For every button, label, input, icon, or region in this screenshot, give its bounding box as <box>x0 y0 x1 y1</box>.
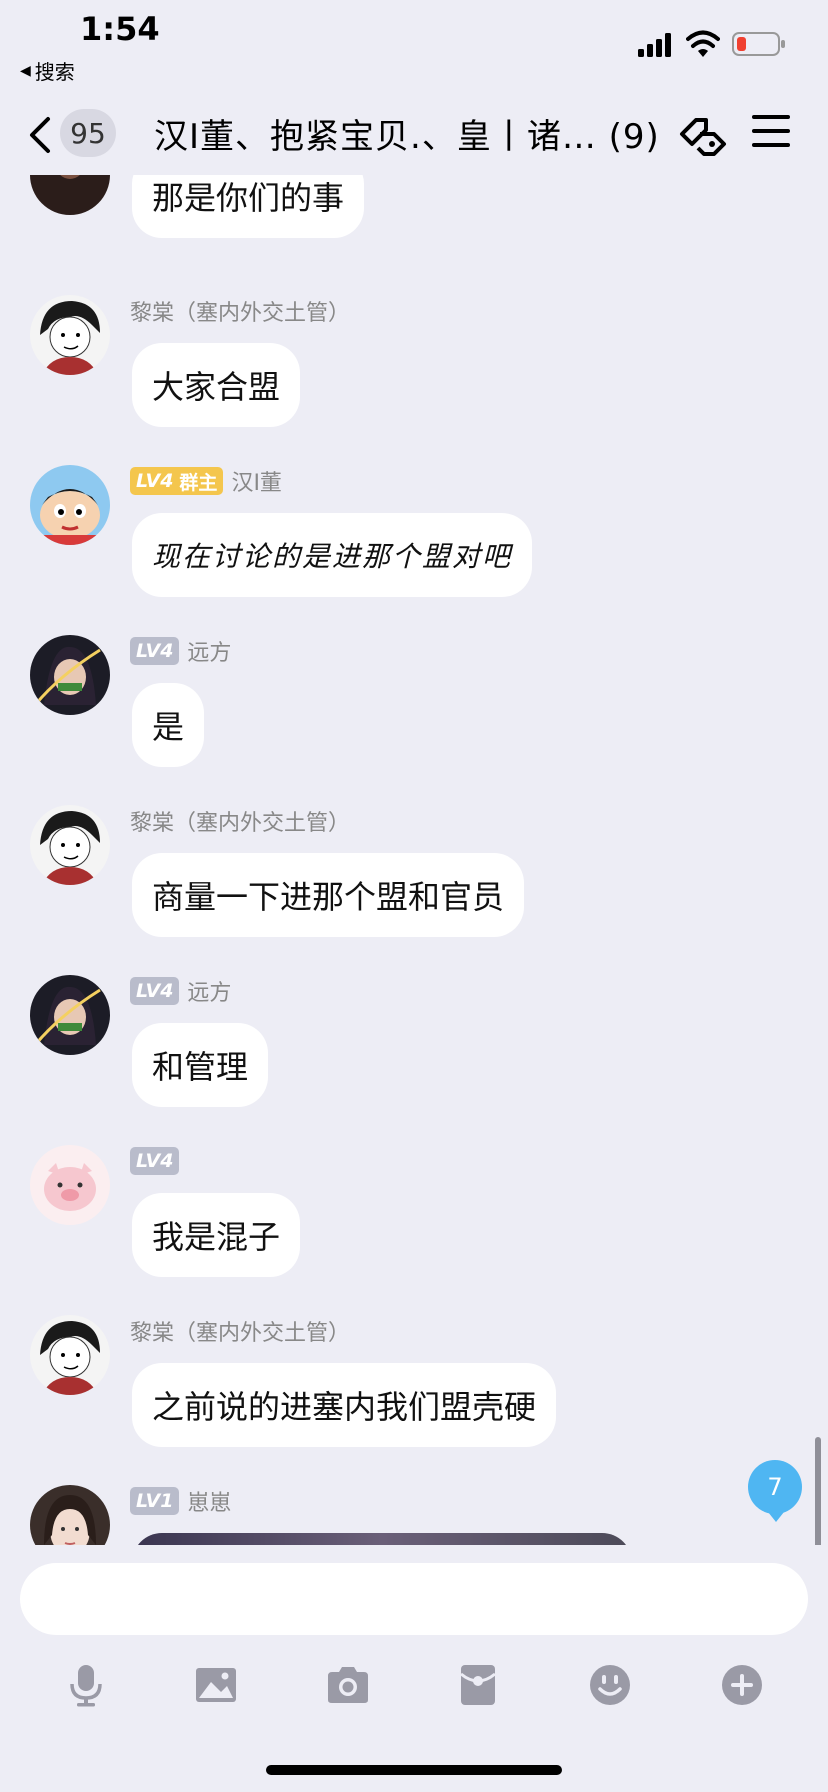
message-bubble[interactable]: 和管理 <box>132 1023 269 1107</box>
sender-name[interactable]: 远方 <box>187 975 231 1007</box>
message-bubble[interactable]: 之前说的进塞内我们盟壳硬 <box>132 1363 557 1447</box>
battery-icon <box>732 32 785 56</box>
avatar[interactable] <box>30 1145 110 1225</box>
image-icon <box>196 1668 236 1702</box>
red-packet-icon <box>460 1665 496 1705</box>
message-meta: LV4 远方 <box>130 975 231 1007</box>
avatar[interactable] <box>30 175 110 215</box>
avatar[interactable] <box>30 975 110 1055</box>
emoji-icon <box>590 1665 630 1705</box>
message-meta: LV4 <box>130 1145 180 1177</box>
avatar[interactable] <box>30 1485 110 1545</box>
cellular-signal-icon <box>638 33 671 57</box>
plus-icon <box>722 1665 762 1705</box>
back-button[interactable] <box>26 107 52 163</box>
wifi-icon <box>686 30 720 57</box>
input-toolbar <box>0 1655 828 1725</box>
sender-name[interactable]: 汉I董 <box>231 465 282 497</box>
sender-name[interactable]: 黎棠（塞内外交土管） <box>130 805 350 837</box>
voice-button[interactable] <box>56 1655 116 1715</box>
home-indicator[interactable] <box>266 1765 562 1775</box>
menu-icon[interactable] <box>752 113 790 149</box>
chat-nav-bar: 95 汉I董、抱紧宝贝.、皇丨诸… (9) <box>0 95 828 175</box>
scrollbar[interactable] <box>815 1437 821 1545</box>
image-button[interactable] <box>186 1655 246 1715</box>
sender-name[interactable]: 远方 <box>187 635 231 667</box>
message-meta: LV1 崽崽 <box>130 1485 231 1517</box>
new-messages-badge[interactable]: 7 <box>748 1460 802 1522</box>
unread-count-badge[interactable]: 95 <box>60 109 116 157</box>
message-meta: LV4 群主 汉I董 <box>130 465 282 497</box>
red-packet-button[interactable] <box>448 1655 508 1715</box>
image-message[interactable] <box>132 1533 632 1545</box>
chevron-left-icon <box>30 117 50 153</box>
message-bubble[interactable]: 现在讨论的是进那个盟对吧 <box>132 513 533 597</box>
level-badge: LV4 <box>130 977 180 1005</box>
mic-icon <box>70 1665 102 1707</box>
chat-message-list[interactable]: 那是你们的事 黎棠（塞内外交土管） 大家合盟 LV4 群主 汉I董 现在讨论的是进… <box>0 175 828 1545</box>
level-badge: LV1 <box>130 1487 180 1515</box>
emoji-button[interactable] <box>580 1655 640 1715</box>
message-meta: 黎棠（塞内外交土管） <box>130 805 350 837</box>
level-label: LV4 <box>136 470 174 492</box>
owner-level-badge: LV4 群主 <box>130 467 224 495</box>
message-meta: 黎棠（塞内外交土管） <box>130 1315 350 1347</box>
sender-name[interactable]: 崽崽 <box>187 1485 231 1517</box>
status-time: 1:54 <box>80 10 160 48</box>
role-label: 群主 <box>179 471 218 494</box>
back-to-app-link[interactable]: ◀ 搜索 <box>20 56 75 85</box>
avatar[interactable] <box>30 635 110 715</box>
back-to-app-label: 搜索 <box>34 60 75 84</box>
avatar[interactable] <box>30 465 110 545</box>
more-button[interactable] <box>712 1655 772 1715</box>
back-triangle-icon: ◀ <box>20 62 31 79</box>
camera-icon <box>328 1667 368 1703</box>
avatar[interactable] <box>30 805 110 885</box>
level-badge: LV4 <box>130 637 180 665</box>
status-bar: 1:54 ◀ 搜索 <box>0 0 828 95</box>
group-title[interactable]: 汉I董、抱紧宝贝.、皇丨诸… (9) <box>154 109 660 158</box>
level-badge: LV4 <box>130 1147 180 1175</box>
message-meta: 黎棠（塞内外交土管） <box>130 295 350 327</box>
link-ticket-icon[interactable] <box>676 107 730 161</box>
avatar[interactable] <box>30 1315 110 1395</box>
sender-name[interactable]: 黎棠（塞内外交土管） <box>130 1315 350 1347</box>
message-bubble[interactable]: 那是你们的事 <box>132 175 365 238</box>
message-meta: LV4 远方 <box>130 635 231 667</box>
avatar[interactable] <box>30 295 110 375</box>
input-area <box>0 1545 828 1792</box>
message-bubble[interactable]: 大家合盟 <box>132 343 301 427</box>
message-bubble[interactable]: 我是混子 <box>132 1193 301 1277</box>
message-bubble[interactable]: 是 <box>132 683 205 767</box>
camera-button[interactable] <box>318 1655 378 1715</box>
message-bubble[interactable]: 商量一下进那个盟和官员 <box>132 853 525 937</box>
sender-name[interactable]: 黎棠（塞内外交土管） <box>130 295 350 327</box>
message-input[interactable] <box>20 1563 808 1635</box>
